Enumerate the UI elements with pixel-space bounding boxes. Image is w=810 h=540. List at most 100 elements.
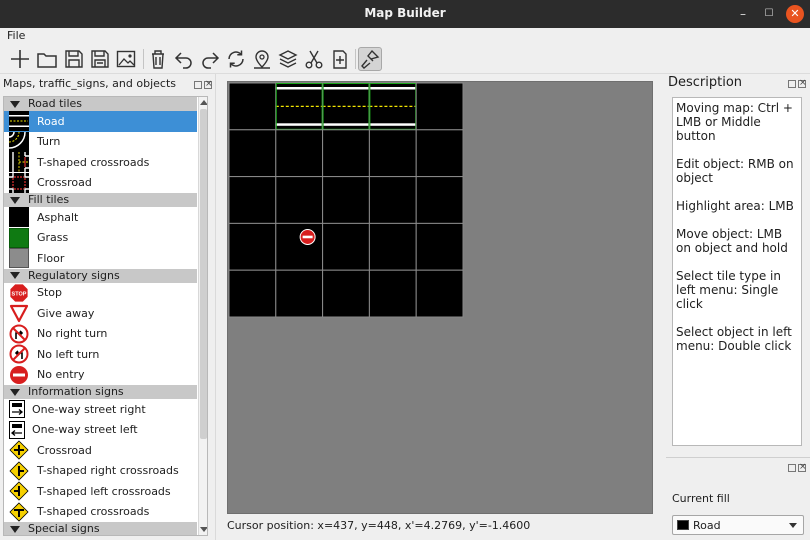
map-tile-asphalt[interactable] <box>415 269 464 318</box>
list-item-one-way-left[interactable]: One-way street left <box>4 420 197 441</box>
minimize-button[interactable]: – <box>734 5 752 23</box>
open-folder-icon <box>37 53 57 68</box>
menu-file[interactable]: File <box>7 29 25 42</box>
map-tile-asphalt[interactable] <box>415 176 464 224</box>
category-special-signs[interactable]: Special signs <box>4 522 197 535</box>
map-tile-asphalt[interactable] <box>415 222 464 271</box>
list-item-road[interactable]: Road <box>4 111 197 132</box>
one-way-right-sign-icon <box>9 400 25 419</box>
list-item-stop[interactable]: STOP Stop <box>4 283 197 304</box>
maximize-button[interactable]: ☐ <box>760 5 778 23</box>
close-dock-icon[interactable] <box>798 78 807 88</box>
close-button[interactable]: ✕ <box>786 5 804 23</box>
map-tile-asphalt[interactable] <box>322 129 370 178</box>
cut-button[interactable] <box>302 47 326 71</box>
category-fill-tiles[interactable]: Fill tiles <box>4 193 197 207</box>
map-tile-road[interactable] <box>368 82 417 131</box>
map-tile-asphalt[interactable] <box>322 222 370 271</box>
stop-sign-icon: STOP <box>9 283 29 303</box>
panel-splitter[interactable] <box>215 74 216 540</box>
collapse-arrow-icon <box>10 525 20 533</box>
rotate-button[interactable] <box>224 47 248 71</box>
rotate-icon <box>228 50 244 68</box>
map-tile-asphalt[interactable] <box>322 269 370 318</box>
close-dock-icon[interactable] <box>798 462 807 472</box>
collapse-arrow-icon <box>10 196 20 204</box>
map-tile-asphalt[interactable] <box>275 129 324 178</box>
float-dock-icon[interactable] <box>788 80 796 88</box>
category-road-tiles[interactable]: Road tiles <box>4 97 197 111</box>
t-right-sign-icon <box>9 461 29 481</box>
map-tile-road[interactable] <box>275 82 324 131</box>
floor-tile-icon <box>9 248 29 269</box>
current-fill-label: Current fill <box>672 492 730 505</box>
list-item-t-shaped-crossroads[interactable]: T-shaped crossroads <box>4 152 197 173</box>
map-canvas[interactable] <box>227 81 653 514</box>
list-item-crossroad[interactable]: Crossroad <box>4 172 197 194</box>
layers-button[interactable] <box>276 47 300 71</box>
list-item-t-right[interactable]: T-shaped right crossroads <box>4 461 197 482</box>
list-item-asphalt[interactable]: Asphalt <box>4 207 197 228</box>
map-tile-asphalt[interactable] <box>322 176 370 224</box>
category-information-signs[interactable]: Information signs <box>4 385 197 399</box>
open-button[interactable] <box>35 47 59 71</box>
close-dock-icon[interactable] <box>204 79 213 89</box>
list-item-one-way-right[interactable]: One-way street right <box>4 399 197 420</box>
list-item-no-left-turn[interactable]: No left turn <box>4 344 197 365</box>
left-list-scrollbar[interactable] <box>198 97 207 535</box>
location-pin-icon <box>254 50 270 69</box>
list-item-t-left[interactable]: T-shaped left crossroads <box>4 481 197 502</box>
current-fill-select[interactable]: Road <box>672 515 804 535</box>
map-tile-asphalt[interactable] <box>415 82 464 131</box>
asphalt-tile-icon <box>9 207 29 228</box>
list-item-grass[interactable]: Grass <box>4 227 197 249</box>
description-title: Description <box>668 75 743 90</box>
map-tile-road[interactable] <box>322 82 370 131</box>
save-as-button[interactable] <box>88 47 112 71</box>
map-tile-asphalt[interactable] <box>368 129 417 178</box>
scroll-down-icon[interactable] <box>200 527 207 532</box>
map-tile-asphalt[interactable] <box>275 222 324 271</box>
map-tile-asphalt[interactable] <box>228 222 277 271</box>
delete-icon <box>152 50 164 69</box>
map-tile-asphalt[interactable] <box>368 222 417 271</box>
save-button[interactable] <box>62 47 86 71</box>
road-swatch-icon <box>677 520 689 530</box>
map-object-no-entry-sign[interactable] <box>299 228 316 245</box>
delete-button[interactable] <box>146 47 170 71</box>
export-image-button[interactable] <box>114 47 138 71</box>
redo-button[interactable] <box>198 47 222 71</box>
location-button[interactable] <box>250 47 274 71</box>
insert-icon <box>333 50 347 69</box>
float-dock-icon[interactable] <box>788 464 796 472</box>
map-tile-asphalt[interactable] <box>228 82 277 131</box>
map-tile-asphalt[interactable] <box>368 269 417 318</box>
scroll-up-icon[interactable] <box>200 100 207 105</box>
map-tile-asphalt[interactable] <box>275 176 324 224</box>
list-item-no-entry[interactable]: No entry <box>4 365 197 386</box>
map-tile-asphalt[interactable] <box>415 129 464 178</box>
image-icon <box>116 50 136 68</box>
list-item-crossroad-sign[interactable]: Crossroad <box>4 440 197 461</box>
brush-button[interactable] <box>358 47 382 71</box>
float-dock-icon[interactable] <box>194 81 202 89</box>
list-item-floor[interactable]: Floor <box>4 248 197 269</box>
list-item-t-shaped-sign[interactable]: T-shaped crossroads <box>4 502 197 523</box>
map-tile-asphalt[interactable] <box>368 176 417 224</box>
scroll-thumb[interactable] <box>200 109 207 439</box>
category-regulatory-signs[interactable]: Regulatory signs <box>4 268 197 283</box>
list-item-turn[interactable]: Turn <box>4 131 197 153</box>
road-tile-icon <box>9 111 29 132</box>
insert-button[interactable] <box>328 47 352 71</box>
new-button[interactable] <box>8 47 32 71</box>
cut-icon <box>305 50 323 69</box>
turn-tile-icon <box>9 131 29 152</box>
list-item-give-away[interactable]: Give away <box>4 303 197 324</box>
map-tile-asphalt[interactable] <box>228 176 277 224</box>
map-tile-asphalt[interactable] <box>275 269 324 318</box>
undo-button[interactable] <box>172 47 196 71</box>
map-tile-asphalt[interactable] <box>228 269 277 318</box>
list-item-no-right-turn[interactable]: No right turn <box>4 324 197 345</box>
map-tile-asphalt[interactable] <box>228 129 277 178</box>
map-grid[interactable] <box>228 82 653 514</box>
